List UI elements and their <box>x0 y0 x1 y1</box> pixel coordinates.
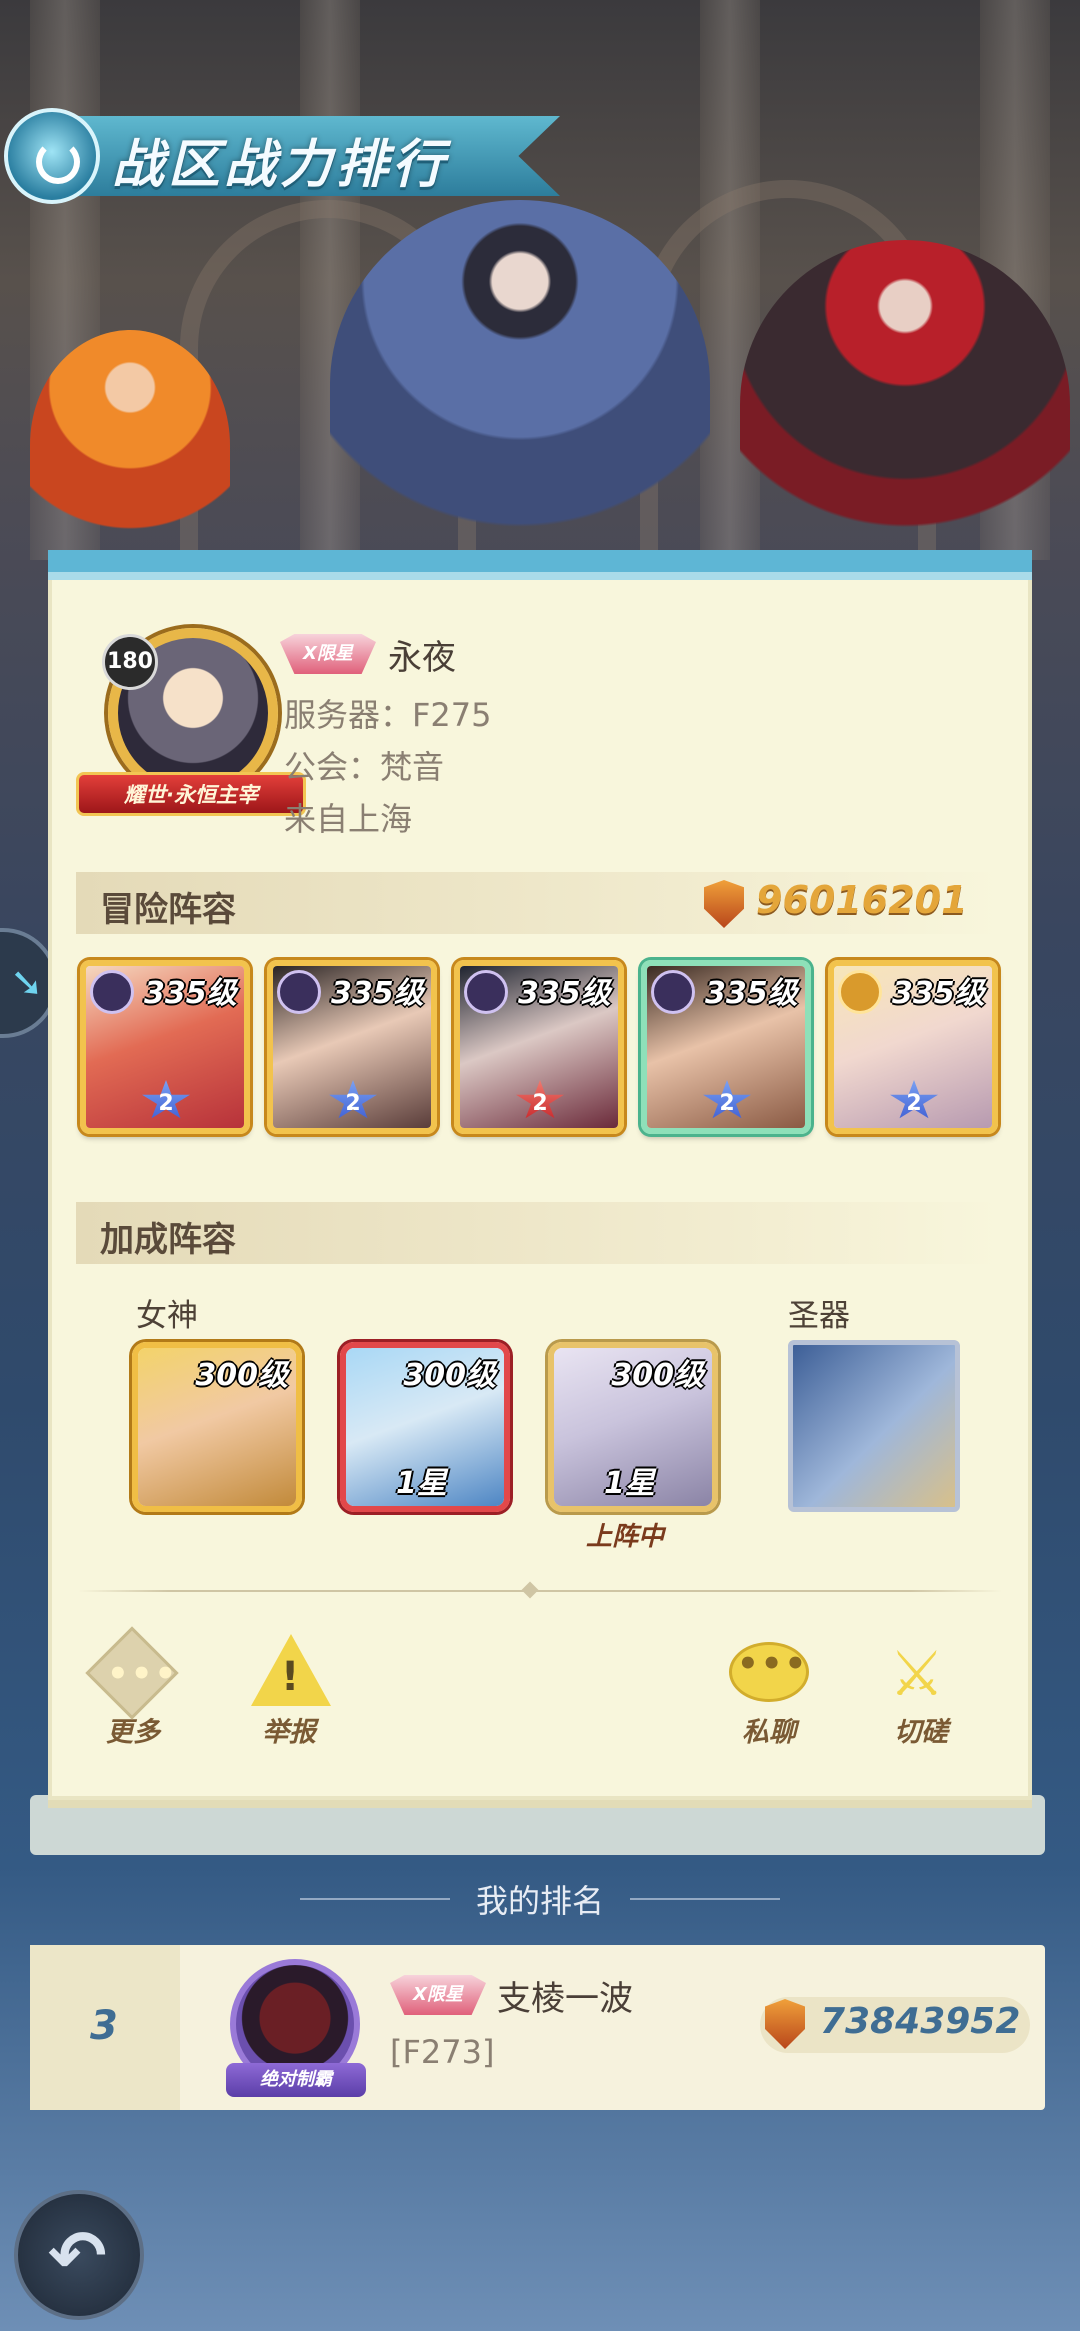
faction-dark-icon <box>277 970 321 1014</box>
section-title: 冒险阵容 <box>100 890 236 930</box>
more-button[interactable]: ••• 更多 <box>78 1626 188 1749</box>
adventure-lineup-header: 冒险阵容 96016201 <box>76 872 1004 934</box>
back-arrow-icon: ↶ <box>48 2215 107 2297</box>
hero-level: 335级 <box>518 976 611 1011</box>
player-server: 服务器：F275 <box>284 696 492 734</box>
goddess-stars: 1星 <box>604 1466 655 1501</box>
hero-level: 335级 <box>331 976 424 1011</box>
title-banner: 战区战力排行 <box>0 108 570 204</box>
faction-light-icon <box>838 970 882 1014</box>
player-level-badge: 180 <box>102 634 158 690</box>
duel-button[interactable]: ⚔ 切磋 <box>866 1632 976 1749</box>
combat-power-value: 96016201 <box>756 878 968 922</box>
more-icon: ••• <box>85 1626 179 1720</box>
deployed-label: 上阵中 <box>586 1522 665 1552</box>
faction-dark-icon <box>464 970 508 1014</box>
private-chat-button[interactable]: ••• 私聊 <box>714 1632 824 1749</box>
hero-slot[interactable]: 335级 2 <box>454 960 624 1134</box>
hero-slot[interactable]: 335级 2 <box>641 960 811 1134</box>
player-server: [F273] <box>390 2033 495 2071</box>
faction-dark-icon <box>651 970 695 1014</box>
combat-power-icon <box>704 880 744 928</box>
goddess-slot[interactable]: 300级 1星 <box>340 1342 510 1512</box>
goddess-label: 女神 <box>136 1298 198 1334</box>
chat-bubble-icon: ••• <box>727 1632 811 1716</box>
goddess-slot[interactable]: 300级 <box>132 1342 302 1512</box>
crossed-swords-icon: ⚔ <box>889 1637 945 1710</box>
list-row-behind[interactable] <box>30 1795 1045 1855</box>
hero-level: 335级 <box>892 976 985 1011</box>
hero-level: 335级 <box>144 976 237 1011</box>
player-name: 永夜 <box>388 638 456 678</box>
player-name: 支棱一波 <box>497 1979 633 2019</box>
hero-level: 335级 <box>705 976 798 1011</box>
expand-arrow-icon: ➘ <box>10 960 44 1006</box>
goddess-stars: 1星 <box>396 1466 447 1501</box>
hero-slot[interactable]: 335级 2 <box>267 960 437 1134</box>
back-button[interactable]: ↶ <box>14 2190 144 2320</box>
goddess-slot[interactable]: 300级 1星 <box>548 1342 718 1512</box>
page-title: 战区战力排行 <box>112 135 449 195</box>
bonus-lineup-header: 加成阵容 <box>76 1202 1004 1264</box>
report-button[interactable]: ! 举报 <box>234 1632 344 1749</box>
artifact-label: 圣器 <box>788 1298 850 1334</box>
goddess-level: 300级 <box>195 1358 288 1393</box>
hero-slot[interactable]: 335级 2 <box>828 960 998 1134</box>
vip-badge: X限星 <box>390 1975 486 2015</box>
goddess-character-right <box>740 240 1070 570</box>
section-title: 加成阵容 <box>100 1220 236 1260</box>
my-ranking-row[interactable]: 3 绝对制霸 X限星 支棱一波 [F273] 73843952 <box>30 1945 1045 2110</box>
warning-icon: ! <box>247 1632 331 1716</box>
divider <box>78 1590 1002 1592</box>
divider-gem <box>521 1581 539 1599</box>
goddess-character-center <box>330 200 710 570</box>
vip-badge: X限星 <box>280 634 376 674</box>
player-location: 来自上海 <box>284 800 413 838</box>
avatar-frame-title: 绝对制霸 <box>226 2063 366 2097</box>
artifact-slot[interactable] <box>788 1340 960 1512</box>
player-detail-card: 耀世·永恒主宰 180 X限星 永夜 服务器：F275 公会：梵音 来自上海 冒… <box>48 550 1032 1800</box>
faction-dark-icon <box>90 970 134 1014</box>
goddess-character-left <box>30 330 230 560</box>
goddess-level: 300级 <box>611 1358 704 1393</box>
combat-power-value: 73843952 <box>820 2001 1021 2042</box>
rank-tab: 3 <box>30 1945 180 2110</box>
goddess-level: 300级 <box>403 1358 496 1393</box>
player-guild: 公会：梵音 <box>284 748 445 786</box>
hero-slot[interactable]: 335级 2 <box>80 960 250 1134</box>
rank-number: 3 <box>90 2003 118 2049</box>
ranking-emblem-icon <box>4 108 100 204</box>
avatar-frame-title: 耀世·永恒主宰 <box>76 772 306 816</box>
my-ranking-title: 我的排名 <box>475 1882 604 1920</box>
card-top-border <box>48 572 1032 580</box>
